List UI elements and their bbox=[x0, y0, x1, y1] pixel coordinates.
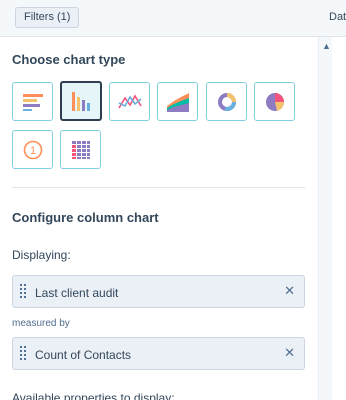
chart-type-horizontal-bar-button[interactable] bbox=[12, 82, 53, 121]
report-preview-edge bbox=[332, 37, 346, 400]
chart-type-single-value-button[interactable]: 1 bbox=[12, 130, 53, 169]
donut-chart-icon bbox=[217, 92, 236, 111]
chart-type-area-button[interactable] bbox=[157, 82, 198, 121]
horizontal-bar-chart-icon bbox=[22, 93, 43, 111]
measured-property-label: Count of Contacts bbox=[35, 348, 132, 362]
chart-type-column-button[interactable] bbox=[60, 81, 102, 121]
displaying-label: Displaying: bbox=[12, 248, 71, 262]
measured-by-label: measured by bbox=[12, 318, 70, 329]
remove-measured-property-icon[interactable]: ✕ bbox=[284, 346, 295, 360]
pivot-table-icon bbox=[71, 140, 90, 159]
drag-handle-icon[interactable] bbox=[20, 346, 26, 362]
filters-button[interactable]: Filters (1) bbox=[15, 7, 80, 28]
area-chart-icon bbox=[166, 92, 189, 112]
chart-type-donut-button[interactable] bbox=[206, 82, 247, 121]
section-divider bbox=[12, 187, 305, 188]
line-chart-icon bbox=[117, 93, 142, 108]
report-toolbar: Filters (1) Dat bbox=[0, 0, 346, 37]
pie-chart-icon bbox=[265, 92, 284, 111]
column-chart-icon bbox=[72, 92, 90, 111]
scroll-up-arrow-icon[interactable]: ▲ bbox=[322, 41, 331, 51]
single-value-text: 1 bbox=[29, 145, 35, 157]
remove-displaying-property-icon[interactable]: ✕ bbox=[284, 284, 295, 298]
chart-type-pie-button[interactable] bbox=[254, 82, 295, 121]
available-properties-label: Available properties to display: bbox=[12, 391, 175, 400]
measured-property-pill[interactable]: Count of Contacts ✕ bbox=[12, 337, 305, 370]
chart-type-pivot-table-button[interactable] bbox=[60, 130, 101, 169]
chart-settings-panel: Choose chart type 1 Configure column cha… bbox=[0, 37, 318, 400]
panel-scrollbar[interactable]: ▲ bbox=[318, 37, 332, 400]
chart-type-line-button[interactable] bbox=[109, 82, 150, 121]
date-range-label[interactable]: Dat bbox=[329, 11, 346, 23]
configure-title: Configure column chart bbox=[12, 210, 159, 225]
drag-handle-icon[interactable] bbox=[20, 284, 26, 300]
chart-type-title: Choose chart type bbox=[12, 52, 126, 67]
displaying-property-pill[interactable]: Last client audit ✕ bbox=[12, 275, 305, 308]
displaying-property-label: Last client audit bbox=[35, 286, 119, 300]
single-value-icon: 1 bbox=[23, 140, 42, 159]
